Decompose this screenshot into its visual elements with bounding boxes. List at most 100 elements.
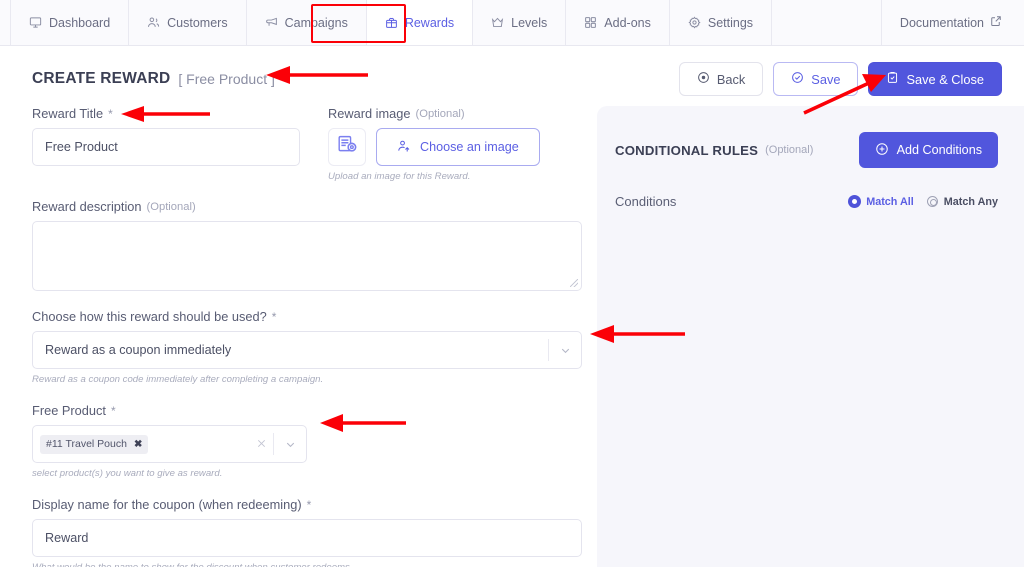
reward-usage-field: Choose how this reward should be used? *…: [32, 309, 582, 385]
add-conditions-label: Add Conditions: [896, 143, 982, 157]
documentation-label: Documentation: [899, 15, 984, 30]
nav-item-dashboard[interactable]: Dashboard: [10, 0, 130, 45]
reward-usage-label-text: Choose how this reward should be used?: [32, 309, 267, 324]
reward-description-label-text: Reward description: [32, 199, 142, 214]
monitor-icon: [29, 16, 42, 29]
display-name-label: Display name for the coupon (when redeem…: [32, 497, 582, 512]
add-conditions-button[interactable]: Add Conditions: [858, 132, 998, 168]
required-marker: *: [306, 497, 312, 512]
reward-title-field: Reward Title * Free Product: [32, 106, 300, 182]
megaphone-icon: [265, 16, 278, 29]
nav-spacer: [772, 0, 882, 45]
free-product-label-text: Free Product: [32, 403, 106, 418]
reward-title-input[interactable]: Free Product: [32, 128, 300, 166]
reward-description-textarea[interactable]: [32, 221, 582, 291]
conditional-rules-panel: CONDITIONAL RULES (Optional) Add Conditi…: [597, 106, 1024, 567]
crown-icon: [491, 16, 504, 29]
match-all-label: Match All: [866, 195, 914, 208]
circle-dot-icon: [697, 71, 710, 87]
nav-label: Dashboard: [49, 15, 111, 30]
nav-label: Rewards: [404, 15, 455, 30]
reward-image-row: Choose an image: [328, 128, 597, 166]
back-button[interactable]: Back: [678, 62, 764, 96]
image-placeholder-icon: [337, 134, 358, 160]
conditional-rules-title: CONDITIONAL RULES: [615, 142, 759, 158]
gift-icon: [385, 16, 398, 29]
image-placeholder-thumb[interactable]: [328, 128, 366, 166]
display-name-input[interactable]: Reward: [32, 519, 582, 557]
external-link-icon: [990, 15, 1002, 30]
title-and-image-row: Reward Title * Free Product Reward image…: [32, 106, 597, 192]
nav-item-customers[interactable]: Customers: [129, 0, 247, 45]
nav-item-settings[interactable]: Settings: [670, 0, 773, 45]
required-marker: *: [110, 403, 116, 418]
back-label: Back: [716, 71, 746, 87]
nav-item-rewards[interactable]: Rewards: [366, 0, 474, 45]
upload-image-icon: [397, 139, 411, 156]
clear-selection-icon[interactable]: [249, 437, 273, 452]
reward-image-hint: Upload an image for this Reward.: [328, 171, 471, 182]
check-circle-icon: [791, 71, 804, 87]
resize-handle[interactable]: [570, 279, 578, 287]
grid-icon: [584, 16, 597, 29]
nav-label: Settings: [707, 15, 754, 30]
free-product-field: Free Product * #11 Travel Pouch ✖ select…: [32, 403, 597, 479]
clipboard-check-icon: [886, 71, 899, 87]
reward-usage-select[interactable]: Reward as a coupon immediately: [32, 331, 582, 369]
nav-item-addons[interactable]: Add-ons: [566, 0, 670, 45]
header-actions: Back Save Save & Close: [678, 62, 1002, 96]
free-product-label: Free Product *: [32, 403, 597, 418]
reward-usage-label: Choose how this reward should be used? *: [32, 309, 582, 324]
optional-marker: (Optional): [765, 144, 814, 156]
selected-product-tag: #11 Travel Pouch ✖: [40, 434, 149, 454]
reward-image-field: Reward image (Optional) Choose an image …: [328, 106, 597, 182]
top-navigation: Dashboard Customers Campaigns Rewards Le…: [0, 0, 1024, 46]
reward-image-label-text: Reward image: [328, 106, 411, 121]
gear-icon: [688, 16, 701, 29]
radio-unselected-icon: [926, 196, 938, 207]
reward-title-label-text: Reward Title: [32, 106, 104, 121]
choose-image-label: Choose an image: [420, 140, 519, 154]
page-subtitle: [ Free Product ]: [178, 71, 275, 87]
reward-usage-value: Reward as a coupon immediately: [45, 343, 232, 357]
documentation-link[interactable]: Documentation: [882, 0, 1024, 45]
save-and-close-label: Save & Close: [906, 71, 984, 87]
reward-title-value: Free Product: [45, 140, 118, 154]
page-header: CREATE REWARD [ Free Product ] Back Save: [0, 46, 1024, 106]
chevron-down-icon[interactable]: [549, 344, 581, 357]
reward-form: Reward Title * Free Product Reward image…: [0, 106, 597, 567]
nav-label: Customers: [167, 15, 228, 30]
match-any-radio[interactable]: Match Any: [926, 195, 998, 208]
save-label: Save: [811, 71, 841, 87]
match-all-radio[interactable]: Match All: [849, 196, 914, 208]
nav-label: Campaigns: [284, 15, 348, 30]
reward-description-label: Reward description (Optional): [32, 199, 582, 214]
conditional-rules-header: CONDITIONAL RULES (Optional) Add Conditi…: [615, 132, 998, 168]
conditions-label: Conditions: [615, 194, 677, 209]
free-product-multiselect[interactable]: #11 Travel Pouch ✖: [32, 425, 307, 463]
reward-description-field: Reward description (Optional): [32, 199, 582, 291]
page-content: Reward Title * Free Product Reward image…: [0, 106, 1024, 567]
optional-marker: (Optional): [146, 200, 196, 213]
radio-selected-icon: [849, 196, 861, 207]
choose-image-button[interactable]: Choose an image: [376, 128, 540, 166]
nav-item-levels[interactable]: Levels: [473, 0, 567, 45]
save-button[interactable]: Save: [773, 62, 859, 96]
page-title: CREATE REWARD: [32, 70, 171, 87]
reward-image-label: Reward image (Optional): [328, 106, 597, 121]
save-and-close-button[interactable]: Save & Close: [868, 62, 1002, 96]
nav-label: Add-ons: [604, 15, 651, 30]
users-icon: [147, 16, 160, 29]
display-name-value: Reward: [45, 531, 89, 545]
match-mode-group: Match All Match Any: [849, 196, 998, 208]
free-product-hint: select product(s) you want to give as re…: [32, 468, 223, 479]
optional-marker: (Optional): [415, 107, 465, 120]
chevron-down-icon[interactable]: [274, 438, 306, 451]
display-name-label-text: Display name for the coupon (when redeem…: [32, 497, 302, 512]
nav-item-campaigns[interactable]: Campaigns: [247, 0, 367, 45]
reward-usage-hint: Reward as a coupon code immediately afte…: [32, 374, 324, 385]
display-name-field: Display name for the coupon (when redeem…: [32, 497, 582, 567]
match-any-label: Match Any: [943, 195, 998, 208]
product-tag-label: #11 Travel Pouch: [46, 438, 127, 450]
remove-tag-icon[interactable]: ✖: [134, 439, 142, 450]
